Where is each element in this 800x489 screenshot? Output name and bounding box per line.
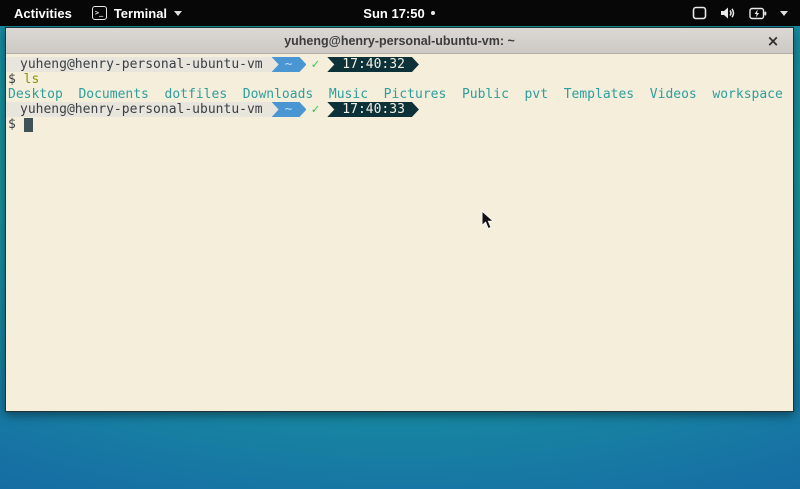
activities-button[interactable]: Activities: [10, 4, 76, 23]
clock-button[interactable]: Sun 17:50: [363, 6, 434, 21]
prompt-cwd: ~: [285, 102, 293, 117]
clock-label: Sun 17:50: [363, 6, 424, 21]
chevron-down-icon: [780, 11, 788, 16]
input-line[interactable]: $: [8, 117, 793, 132]
window-title: yuheng@henry-personal-ubuntu-vm: ~: [284, 34, 515, 48]
prompt-char: $: [8, 72, 16, 87]
prompt-line: yuheng@henry-personal-ubuntu-vm ~ ✓ 17:4…: [6, 57, 793, 72]
prompt-time-segment: 17:40:33: [327, 102, 419, 117]
prompt-cwd: ~: [285, 57, 293, 72]
terminal-content[interactable]: yuheng@henry-personal-ubuntu-vm ~ ✓ 17:4…: [6, 54, 793, 411]
status-check-icon: ✓: [311, 57, 319, 72]
volume-icon: [720, 6, 736, 20]
gnome-top-bar: Activities >_ Terminal Sun 17:50: [0, 0, 800, 26]
terminal-window: yuheng@henry-personal-ubuntu-vm: ~ × yuh…: [5, 27, 794, 412]
typed-command: ls: [24, 72, 40, 87]
command-line: $ ls: [8, 72, 793, 87]
prompt-user-host: yuheng@henry-personal-ubuntu-vm: [6, 57, 267, 72]
battery-charging-icon: [749, 7, 767, 20]
chevron-down-icon: [174, 11, 182, 16]
app-menu-label: Terminal: [114, 6, 167, 21]
prompt-host-segment: yuheng@henry-personal-ubuntu-vm ~: [6, 102, 306, 117]
terminal-cursor: [24, 118, 33, 132]
top-bar-left: Activities >_ Terminal: [0, 4, 363, 23]
prompt-time: 17:40:32: [342, 57, 405, 72]
prompt-time-segment: 17:40:32: [327, 57, 419, 72]
prompt-host-segment: yuheng@henry-personal-ubuntu-vm ~: [6, 57, 306, 72]
terminal-icon: >_: [92, 6, 107, 20]
screen-icon: [692, 6, 707, 20]
prompt-user-host: yuheng@henry-personal-ubuntu-vm: [6, 102, 267, 117]
prompt-char: $: [8, 117, 16, 132]
prompt-cwd-segment: ~: [272, 57, 307, 72]
prompt-time: 17:40:33: [342, 102, 405, 117]
status-check-icon: ✓: [311, 102, 319, 117]
window-titlebar[interactable]: yuheng@henry-personal-ubuntu-vm: ~ ×: [6, 28, 793, 54]
system-status-area[interactable]: [435, 6, 800, 20]
desktop: { "topbar": { "activities_label": "Activ…: [0, 0, 800, 489]
ls-output: Desktop Documents dotfiles Downloads Mus…: [8, 87, 793, 102]
close-icon[interactable]: ×: [764, 32, 782, 50]
app-menu-terminal[interactable]: >_ Terminal: [92, 6, 182, 21]
prompt-cwd-segment: ~: [272, 102, 307, 117]
prompt-line: yuheng@henry-personal-ubuntu-vm ~ ✓ 17:4…: [6, 102, 793, 117]
